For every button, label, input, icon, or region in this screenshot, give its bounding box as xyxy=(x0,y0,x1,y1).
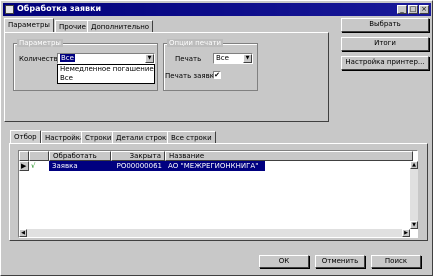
window-title: Обработка заявки xyxy=(17,4,102,13)
tab-filter[interactable]: Отбор xyxy=(10,130,41,143)
column-header-check[interactable] xyxy=(29,151,49,161)
print-group-title: Опции печати xyxy=(167,39,224,47)
app-icon xyxy=(5,5,14,14)
scroll-down-icon[interactable]: ▼ xyxy=(410,221,418,229)
dropdown-option[interactable]: Немедленное погашение xyxy=(58,65,154,74)
vertical-scrollbar[interactable]: ▲ ▼ xyxy=(410,161,418,229)
printer-setup-button[interactable]: Настройка принтер... xyxy=(341,56,429,70)
column-header-closed[interactable]: Закрыта xyxy=(111,151,165,161)
parameters-panel: Параметры Количество Все ▼ Немедленное п… xyxy=(4,32,329,122)
close-icon[interactable]: × xyxy=(419,5,429,14)
scroll-left-icon[interactable]: ◀ xyxy=(19,229,27,237)
chevron-down-icon[interactable]: ▼ xyxy=(243,54,252,63)
column-header-process[interactable]: Обработать xyxy=(49,151,111,161)
dialog-window: Обработка заявки _ □ × Параметры Прочие … xyxy=(0,0,433,276)
tab-parameters[interactable]: Параметры xyxy=(4,18,54,32)
cell-process[interactable]: Заявка xyxy=(49,161,111,171)
row-selector-icon: ▶ xyxy=(19,161,29,171)
row-header-corner xyxy=(19,151,29,161)
chevron-down-icon[interactable]: ▼ xyxy=(145,54,154,63)
scroll-up-icon[interactable]: ▲ xyxy=(410,161,418,169)
quantity-label: Количество xyxy=(19,55,63,63)
cancel-button[interactable]: Отменить xyxy=(315,255,365,268)
dropdown-option[interactable]: Все xyxy=(58,74,154,83)
params-group-title: Параметры xyxy=(17,39,63,47)
ok-button[interactable]: ОК xyxy=(259,255,309,268)
totals-button[interactable]: Итоги xyxy=(341,37,429,51)
checkmark-icon[interactable]: √ xyxy=(31,162,35,170)
maximize-icon[interactable]: □ xyxy=(408,5,418,14)
print-label: Печать xyxy=(175,55,202,63)
quantity-value: Все xyxy=(60,54,75,62)
rows-grid[interactable]: Обработать Закрыта Название ▶ √ Заявка Р… xyxy=(18,150,418,238)
search-button[interactable]: Поиск xyxy=(371,255,421,268)
title-bar[interactable]: Обработка заявки _ □ × xyxy=(3,3,431,16)
print-combobox[interactable]: Все ▼ xyxy=(213,53,253,64)
cell-closed[interactable]: РО00000061 xyxy=(111,161,165,171)
minimize-icon[interactable]: _ xyxy=(397,5,407,14)
column-header-name[interactable]: Название xyxy=(165,151,413,161)
print-request-checkbox[interactable]: ✔ xyxy=(213,71,221,79)
print-value: Все xyxy=(216,54,229,62)
horizontal-scrollbar[interactable]: ◀ ▶ xyxy=(19,229,410,237)
rows-panel: Обработать Закрыта Название ▶ √ Заявка Р… xyxy=(9,143,428,241)
cell-name[interactable]: АО "МЕЖРЕГИОНКНИГА" xyxy=(165,161,265,171)
print-request-label: Печать заявки xyxy=(165,72,219,80)
scroll-right-icon[interactable]: ▶ xyxy=(402,229,410,237)
select-button[interactable]: Выбрать xyxy=(341,18,429,32)
print-options-group: Опции печати xyxy=(163,39,258,91)
quantity-combobox[interactable]: Все ▼ xyxy=(57,53,155,64)
quantity-dropdown-list[interactable]: Немедленное погашение Все xyxy=(57,64,155,84)
